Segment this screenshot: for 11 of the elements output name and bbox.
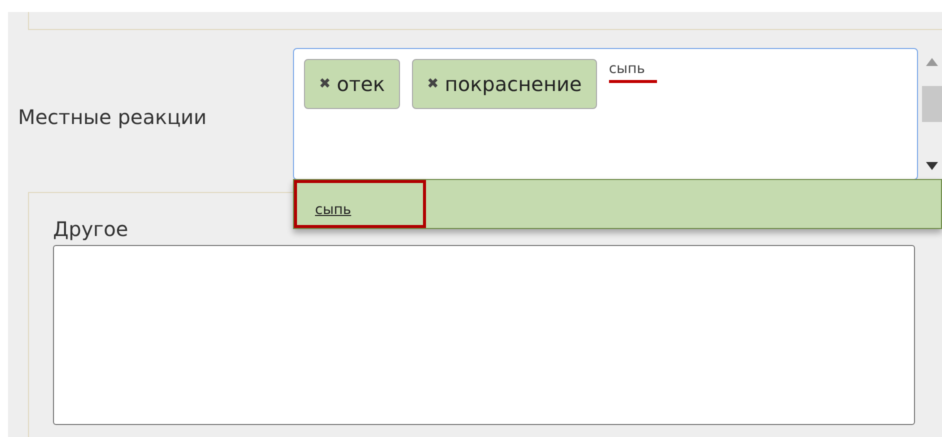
remove-icon[interactable]: ✖ [427, 74, 439, 94]
remove-icon[interactable]: ✖ [319, 74, 331, 94]
field-label: Другое [53, 217, 130, 241]
suggestion-item[interactable]: сыпь [294, 180, 426, 228]
scroll-up-icon [926, 58, 938, 66]
tag-text: покраснение [444, 71, 582, 98]
field-label: Местные реакции [17, 104, 208, 131]
typed-text: сыпь [608, 59, 658, 83]
scroll-down-icon [926, 162, 938, 170]
tag-text: отек [336, 71, 386, 98]
multi-select-field[interactable]: ✖ отек ✖ покраснение сыпь [293, 48, 918, 180]
